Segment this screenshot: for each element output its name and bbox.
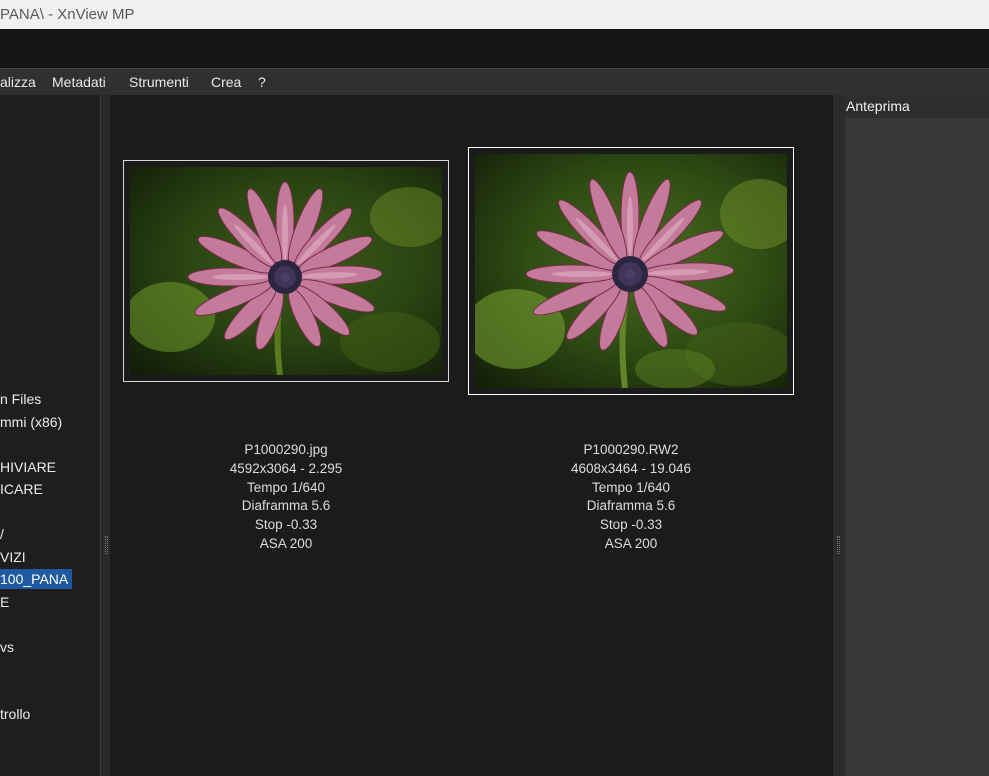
file-name: P1000290.RW2 [583, 442, 679, 457]
preview-panel: Anteprima [845, 95, 989, 776]
folder-tree-panel: n Files mmi (x86) HIVIARE ICARE / VIZI 1… [0, 95, 100, 776]
thumbnail-image [130, 167, 442, 375]
menu-metadati[interactable]: Metadati [52, 73, 106, 91]
file-dimensions: 4592x3064 - 2.295 [229, 460, 343, 476]
iso: ASA 200 [259, 535, 313, 551]
tree-item-pubblicare[interactable]: ICARE [0, 479, 43, 499]
aperture: Diaframma 5.6 [241, 498, 331, 514]
file-dimensions: 4608x3464 - 19.046 [570, 460, 692, 476]
exposure-time: Tempo 1/640 [591, 479, 671, 495]
toolbar [0, 29, 989, 68]
thumbnail-image [475, 154, 787, 388]
window-title: PANA\ - XnView MP [0, 6, 135, 23]
splitter-grip-icon [837, 536, 840, 554]
tree-item-programmi-x86[interactable]: mmi (x86) [0, 412, 62, 432]
tree-item-servizi[interactable]: VIZI [0, 547, 26, 567]
tree-item-controllo[interactable]: trollo [0, 704, 30, 724]
file-name: P1000290.jpg [244, 442, 328, 457]
menu-strumenti[interactable]: Strumenti [129, 73, 189, 91]
preview-panel-title: Anteprima [845, 95, 989, 118]
thumbnail-caption: P1000290.RW2 4608x3464 - 19.046 Tempo 1/… [501, 441, 761, 554]
menu-crea[interactable]: Crea [211, 73, 241, 91]
iso: ASA 200 [604, 535, 658, 551]
tree-item-100-pana[interactable]: 100_PANA [0, 569, 73, 589]
exposure-bias: Stop -0.33 [599, 517, 663, 533]
thumbnail-browser: P1000290.jpg 4592x3064 - 2.295 Tempo 1/6… [110, 95, 833, 776]
thumbnail-caption: P1000290.jpg 4592x3064 - 2.295 Tempo 1/6… [156, 441, 416, 554]
tree-item-e[interactable]: E [0, 592, 9, 612]
exposure-bias: Stop -0.33 [254, 517, 318, 533]
left-splitter[interactable] [100, 95, 110, 776]
aperture: Diaframma 5.6 [586, 498, 676, 514]
splitter-grip-icon [105, 536, 108, 554]
tree-item-slash[interactable]: / [0, 524, 4, 544]
window-title-bar: PANA\ - XnView MP [0, 0, 989, 29]
menu-bar: alizza Metadati Strumenti Crea ? [0, 68, 989, 95]
exposure-time: Tempo 1/640 [246, 479, 326, 495]
tree-item-archiviare[interactable]: HIVIARE [0, 457, 56, 477]
right-splitter[interactable] [833, 95, 845, 776]
menu-visualizza[interactable]: alizza [0, 73, 36, 91]
menu-help[interactable]: ? [258, 73, 266, 91]
tree-item-program-files[interactable]: n Files [0, 389, 41, 409]
tree-item-windows[interactable]: vs [0, 637, 14, 657]
